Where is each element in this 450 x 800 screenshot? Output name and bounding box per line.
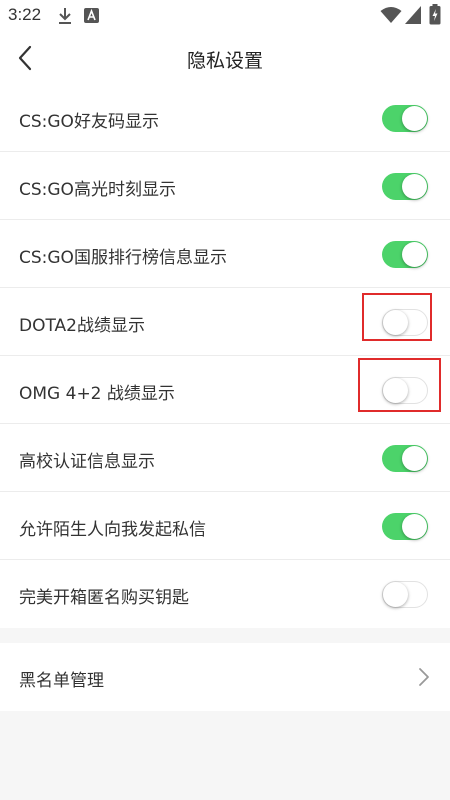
setting-row-anonymous-key-purchase: 完美开箱匿名购买钥匙: [0, 560, 450, 628]
status-bar: 3:22: [0, 0, 450, 32]
toggle-knob: [383, 310, 408, 335]
setting-label: CS:GO好友码显示: [19, 112, 159, 132]
chevron-right-icon: [419, 668, 429, 686]
setting-row-university-cert: 高校认证信息显示: [0, 424, 450, 492]
toggle-knob: [402, 174, 427, 199]
blacklist-management-row[interactable]: 黑名单管理: [0, 643, 450, 711]
toggle-knob: [402, 242, 427, 267]
setting-label: 完美开箱匿名购买钥匙: [19, 588, 189, 608]
toggle-switch[interactable]: [382, 445, 428, 472]
setting-row-stranger-messages: 允许陌生人向我发起私信: [0, 492, 450, 560]
toggle-switch[interactable]: [382, 241, 428, 268]
setting-row-omg-record: OMG 4+2 战绩显示: [0, 356, 450, 424]
toggle-switch[interactable]: [382, 173, 428, 200]
toggle-knob: [402, 446, 427, 471]
wifi-icon: [380, 7, 402, 23]
setting-label: 高校认证信息显示: [19, 452, 155, 472]
setting-label: DOTA2战绩显示: [19, 316, 145, 336]
battery-icon: [429, 4, 441, 25]
setting-label: OMG 4+2 战绩显示: [19, 384, 175, 404]
status-time: 3:22: [8, 5, 42, 24]
setting-label: 允许陌生人向我发起私信: [19, 520, 206, 540]
app-header: 隐私设置: [0, 32, 450, 84]
toggle-switch[interactable]: [382, 513, 428, 540]
setting-label: CS:GO高光时刻显示: [19, 180, 176, 200]
setting-label: CS:GO国服排行榜信息显示: [19, 248, 227, 268]
setting-row-csgo-highlights: CS:GO高光时刻显示: [0, 152, 450, 220]
signal-icon: [405, 6, 421, 24]
app-a-icon: [84, 8, 99, 23]
setting-row-csgo-ranking: CS:GO国服排行榜信息显示: [0, 220, 450, 288]
blacklist-label: 黑名单管理: [19, 671, 104, 691]
toggle-switch[interactable]: [382, 377, 428, 404]
toggle-knob: [383, 378, 408, 403]
toggle-knob: [402, 514, 427, 539]
settings-list: CS:GO好友码显示 CS:GO高光时刻显示 CS:GO国服排行榜信息显示 DO…: [0, 84, 450, 628]
download-icon: [59, 8, 71, 24]
toggle-switch[interactable]: [382, 581, 428, 608]
toggle-switch[interactable]: [382, 105, 428, 132]
page-title: 隐私设置: [186, 50, 263, 72]
toggle-knob: [383, 582, 408, 607]
setting-row-dota2-record: DOTA2战绩显示: [0, 288, 450, 356]
toggle-knob: [402, 106, 427, 131]
setting-row-csgo-friend-code: CS:GO好友码显示: [0, 84, 450, 152]
toggle-switch[interactable]: [382, 309, 428, 336]
